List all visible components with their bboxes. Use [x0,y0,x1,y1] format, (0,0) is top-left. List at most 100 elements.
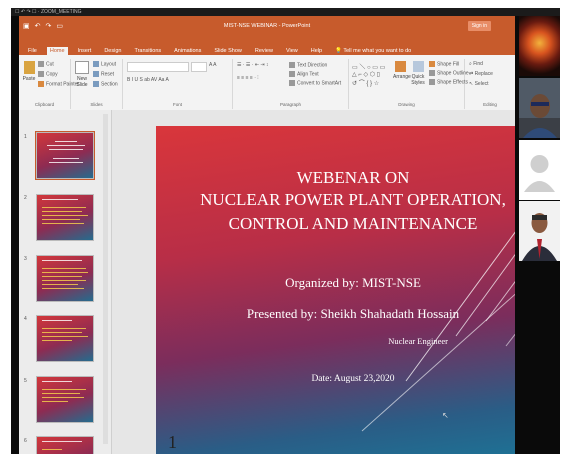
smartart-button[interactable]: Convert to SmartArt [289,80,341,86]
font-group: A A B I U S ab AV Aa A Font [123,59,233,109]
drawing-group: ▭ ＼ ○ ▭ ▭ △ ⌐ ◇ ⬡ ▯ ↺ ⌒ { } ☆ Arrange Quic… [349,59,469,109]
sign-in-button[interactable]: Sign in [467,21,491,31]
font-size-box[interactable] [191,62,207,72]
quick-styles-button[interactable]: Quick Styles [410,61,426,86]
drawing-label: Drawing [398,102,415,107]
slide-thumbnail-2[interactable] [36,194,94,241]
avatar-icon [519,140,560,200]
clipboard-label: Clipboard [34,102,55,107]
select-button[interactable]: ↖ Select [469,81,489,87]
bullets-icon[interactable]: ☰ · ☰ · ⇤ ⇥ ↕ [237,62,269,68]
slide-number: 1 [168,432,177,452]
section-icon [93,81,99,87]
mouse-cursor-icon: ↖ [442,411,449,420]
tab-view[interactable]: View [283,47,301,55]
text-direction-button[interactable]: Text Direction [289,62,327,68]
shape-outline-button[interactable]: Shape Outline [429,70,469,76]
thumbnail-scrollbar[interactable] [103,114,108,444]
grow-font-icon[interactable]: A A [209,62,217,68]
replace-icon: ⇄ [469,71,474,77]
tab-review[interactable]: Review [252,47,276,55]
person-video-icon [519,201,560,261]
screen-share-frame: ☐ ↶ ↷ ☐ · ZOOM_MEETING ▣ ↶ ↷ ▭ MIST-NSE … [11,8,560,454]
tab-home[interactable]: Home [46,47,68,55]
search-icon: ⌕ [469,61,472,67]
section-button[interactable]: Section [93,81,118,87]
text-direction-icon [289,62,295,68]
ribbon-tabs: File Home Insert Design Transitions Anim… [19,43,515,55]
find-button[interactable]: ⌕ Find [469,61,483,67]
presenter-role-text: Nuclear Engineer [388,336,448,346]
replace-button[interactable]: ⇄ Replace [469,71,493,77]
new-slide-button[interactable]: New Slide [74,61,90,88]
tab-transitions[interactable]: Transitions [131,47,164,55]
home-ribbon: Paste Cut Copy Format Painter Clipboard … [19,55,515,111]
arrange-icon [394,61,406,72]
thumbnail-number: 2 [24,195,27,201]
quick-styles-icon [412,61,424,72]
slide-thumbnail-3[interactable] [36,255,94,302]
tab-design[interactable]: Design [101,47,124,55]
powerpoint-window: ▣ ↶ ↷ ▭ MIST-NSE WEBINAR - PowerPoint Si… [19,16,515,454]
slides-label: Slides [90,102,103,107]
brush-icon [38,81,44,87]
editing-label: Editing [483,102,497,107]
slide-thumbnail-6[interactable] [36,436,94,454]
lightbulb-icon: 💡 [335,48,342,54]
paint-bucket-icon [429,61,435,67]
date-text: Date: August 23,2020 [311,374,395,384]
copy-icon [38,71,44,77]
editing-group: ⌕ Find ⇄ Replace ↖ Select Editing [465,59,515,109]
participant-video-3[interactable] [519,140,560,200]
tab-insert[interactable]: Insert [75,47,95,55]
clipboard-group: Paste Cut Copy Format Painter Clipboard [19,59,79,109]
effects-icon [429,79,435,85]
tab-slide-show[interactable]: Slide Show [211,47,245,55]
slide-thumbnail-5[interactable] [36,376,94,423]
paragraph-label: Paragraph [279,102,301,107]
copy-button[interactable]: Copy [38,71,58,77]
paste-button[interactable]: Paste [22,61,36,82]
smartart-icon [289,80,295,86]
shape-fill-button[interactable]: Shape Fill [429,61,459,67]
layout-icon [93,61,99,67]
cut-button[interactable]: Cut [38,61,54,67]
participant-video-4[interactable] [519,201,560,261]
slides-group: New Slide Layout Reset Section Slides [71,59,123,109]
person-video-icon [519,78,560,138]
tell-me-search[interactable]: 💡 Tell me what you want to do [332,47,414,55]
slide-thumbnail-4[interactable] [36,315,94,362]
tab-file[interactable]: File [25,47,40,55]
tab-animations[interactable]: Animations [171,47,204,55]
thumbnail-number: 3 [24,256,27,262]
slide-editing-area: WEBENAR ON NUCLEAR POWER PLANT OPERATION… [112,110,515,454]
font-name-box[interactable] [127,62,189,72]
participant-video-1[interactable] [519,16,560,76]
paragraph-group: ☰ · ☰ · ⇤ ⇥ ↕ ≡ ≡ ≡ ≡ · ⫶ Text Direction… [233,59,349,109]
meeting-top-strip: ☐ ↶ ↷ ☐ · ZOOM_MEETING [11,8,560,16]
shapes-gallery[interactable]: ▭ ＼ ○ ▭ ▭ △ ⌐ ◇ ⬡ ▯ ↺ ⌒ { } ☆ [352,62,385,87]
font-format-buttons[interactable]: B I U S ab AV Aa A [127,77,169,83]
align-icons[interactable]: ≡ ≡ ≡ ≡ · ⫶ [237,75,259,81]
reset-button[interactable]: Reset [93,71,114,77]
reset-icon [93,71,99,77]
font-label: Font [172,102,182,107]
align-text-icon [289,71,295,77]
tab-help[interactable]: Help [308,47,325,55]
participant-video-2[interactable] [519,78,560,138]
slide-thumbnail-pane[interactable]: 1 2 3 4 5 6 [19,110,112,454]
slide-title-line-1: WEBENAR ON [296,168,410,187]
current-slide[interactable]: WEBENAR ON NUCLEAR POWER PLANT OPERATION… [156,126,515,454]
align-text-button[interactable]: Align Text [289,71,319,77]
arrange-button[interactable]: Arrange [393,61,411,80]
presented-by-text: Presented by: Sheikh Shahadath Hossain [246,306,460,321]
slide-thumbnail-1[interactable] [35,131,95,180]
thumbnail-number: 4 [24,316,27,322]
window-title: MIST-NSE WEBINAR - PowerPoint [223,23,311,29]
slide-title-line-3: CONTROL AND MAINTENANCE [228,214,478,233]
shape-effects-button[interactable]: Shape Effects [429,79,468,85]
thumbnail-number: 1 [24,134,27,140]
participant-video-strip [517,16,560,454]
layout-button[interactable]: Layout [93,61,116,67]
cursor-icon: ↖ [469,81,474,87]
